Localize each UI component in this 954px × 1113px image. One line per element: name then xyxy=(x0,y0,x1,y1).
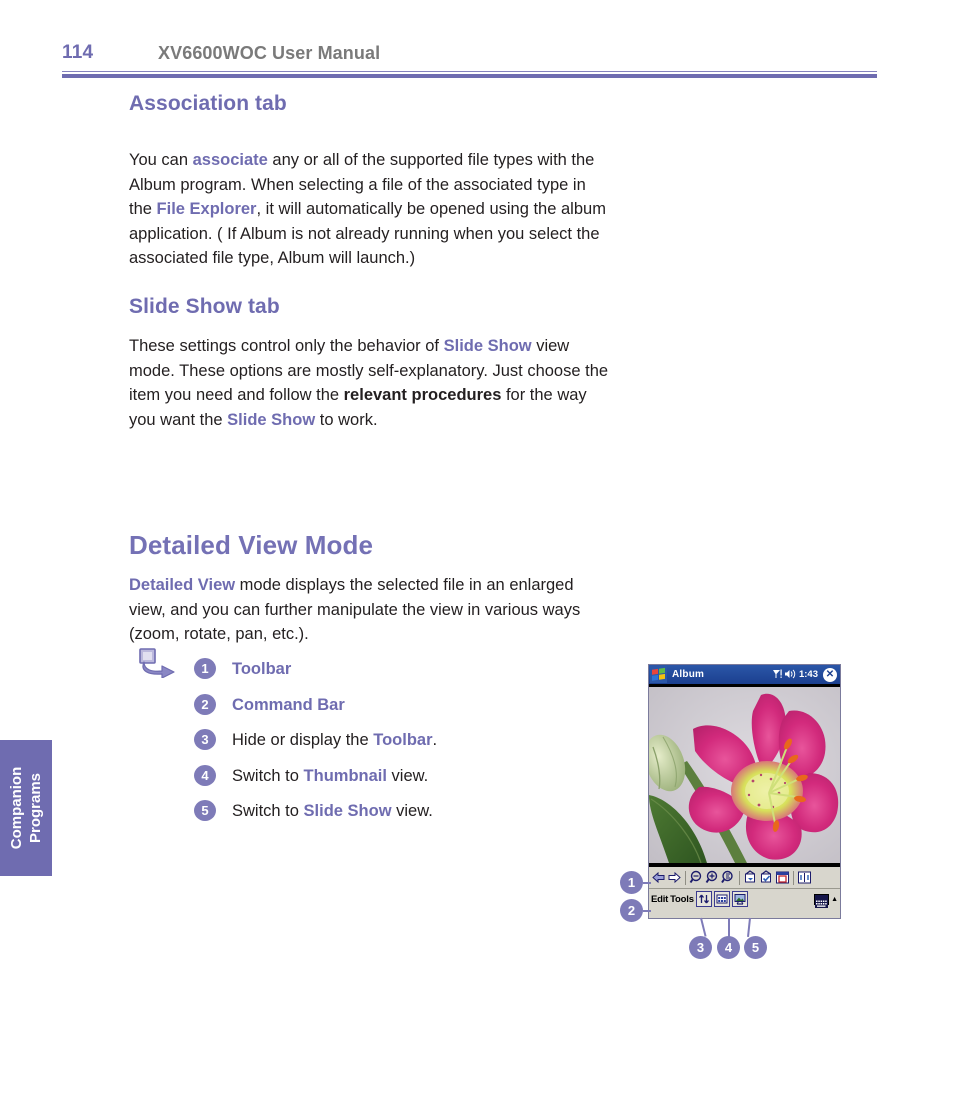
legend-5-pre: Switch to xyxy=(232,802,304,820)
list-item: 1 Toolbar xyxy=(194,658,594,694)
assoc-term-file-explorer: File Explorer xyxy=(156,200,257,218)
callout-1-leader xyxy=(643,882,651,884)
list-item: 5 Switch to Slide Show view. xyxy=(194,800,594,836)
legend-label-hide-toolbar: Hide or display the Toolbar. xyxy=(232,730,437,751)
heading-detailed-view-mode: Detailed View Mode xyxy=(129,530,374,560)
manual-title: XV6600WOC User Manual xyxy=(158,43,381,63)
legend-3-post: . xyxy=(432,731,438,749)
rotate-left-icon[interactable] xyxy=(743,870,758,885)
legend-3-pre: Hide or display the xyxy=(232,731,374,749)
full-screen-icon[interactable] xyxy=(797,870,812,885)
legend-badge-2: 2 xyxy=(194,693,216,715)
callout-2: 2 xyxy=(620,899,643,922)
signal-icon[interactable] xyxy=(772,669,782,681)
slide-term-slide-show-1: Slide Show xyxy=(443,337,532,355)
legend-4-term: Thumbnail xyxy=(303,766,387,785)
legend-badge-4: 4 xyxy=(194,764,216,786)
heading-association-tab: Association tab xyxy=(129,92,287,115)
list-item: 2 Command Bar xyxy=(194,693,594,730)
pda-screenshot: Album 1:43 ✕ Edit Tools ▲ xyxy=(648,664,841,919)
header-rule-thin xyxy=(62,71,877,72)
callout-3-leader xyxy=(700,917,707,937)
fit-to-screen-icon[interactable] xyxy=(721,870,736,885)
windows-start-icon[interactable] xyxy=(650,666,667,683)
slide-term-slide-show-2: Slide Show xyxy=(227,410,316,429)
paragraph-detailed-view: Detailed View mode displays the selected… xyxy=(129,573,609,647)
legend-3-term: Toolbar xyxy=(373,731,433,749)
menu-tools[interactable]: Tools xyxy=(670,894,694,905)
legend-4-pre: Switch to xyxy=(232,766,304,785)
callout-2-leader xyxy=(643,910,651,912)
menu-edit[interactable]: Edit xyxy=(651,894,668,905)
header-rule-thick xyxy=(62,74,877,78)
slide-text-1: These settings control only the behavior… xyxy=(129,337,444,355)
zoom-in-icon[interactable] xyxy=(705,870,720,885)
input-method-arrow-icon[interactable]: ▲ xyxy=(831,896,838,903)
detail-term-detailed-view: Detailed View xyxy=(129,576,236,594)
pda-status-area: 1:43 ✕ xyxy=(772,667,840,682)
note-pointer-icon xyxy=(138,648,178,679)
assoc-term-associate: associate xyxy=(192,151,268,169)
pda-command-bar: Edit Tools ▲ xyxy=(649,888,840,909)
callout-4-leader xyxy=(728,918,730,937)
chapter-side-tab: Companion Programs xyxy=(0,740,52,876)
pink-lily-flower-photo[interactable] xyxy=(649,687,840,863)
slide-show-icon[interactable] xyxy=(731,891,748,907)
legend-label-slide-show-view: Switch to Slide Show view. xyxy=(232,801,433,822)
page-header: 114 XV6600WOC User Manual xyxy=(62,42,877,82)
previous-arrow-icon[interactable] xyxy=(651,870,666,885)
thumbnail-view-icon[interactable] xyxy=(713,891,730,907)
assoc-text-1: You can xyxy=(129,151,193,169)
command-bar-right: ▲ xyxy=(814,893,840,908)
paragraph-slide-show: These settings control only the behavior… xyxy=(129,334,611,432)
page-number: 114 xyxy=(62,42,94,63)
list-item: 3 Hide or display the Toolbar. xyxy=(194,729,594,765)
zoom-out-icon[interactable] xyxy=(689,870,704,885)
legend-4-post: view. xyxy=(386,766,429,785)
numbered-legend-list: 1 Toolbar 2 Command Bar 3 Hide or displa… xyxy=(194,658,594,836)
legend-badge-5: 5 xyxy=(194,800,216,821)
toolbar-separator xyxy=(685,870,686,885)
legend-label-thumbnail-view: Switch to Thumbnail view. xyxy=(232,766,428,787)
callout-3: 3 xyxy=(689,936,712,959)
toolbar-separator xyxy=(793,870,794,885)
pda-title-bar: Album 1:43 ✕ xyxy=(649,665,840,684)
next-arrow-icon[interactable] xyxy=(667,870,682,885)
legend-badge-3: 3 xyxy=(194,729,216,750)
pda-toolbar xyxy=(649,866,840,888)
side-tab-line-1: Companion xyxy=(8,766,25,850)
toggle-toolbar-icon[interactable] xyxy=(695,891,712,907)
list-item: 4 Switch to Thumbnail view. xyxy=(194,764,594,801)
pda-clock: 1:43 xyxy=(798,669,818,680)
legend-badge-1: 1 xyxy=(194,658,216,679)
rotate-right-icon[interactable] xyxy=(759,870,774,885)
side-tab-line-2: Programs xyxy=(27,772,44,844)
legend-label-command-bar: Command Bar xyxy=(232,695,345,714)
legend-5-post: view. xyxy=(391,802,433,820)
heading-slide-show-tab: Slide Show tab xyxy=(129,295,280,318)
paragraph-association: You can associate any or all of the supp… xyxy=(129,148,607,271)
callout-4: 4 xyxy=(717,936,740,959)
pda-image-canvas xyxy=(649,684,840,866)
callout-1: 1 xyxy=(620,871,643,894)
slide-term-relevant-procedures: relevant procedures xyxy=(343,386,502,404)
chapter-side-tab-label: Companion Programs xyxy=(7,767,45,850)
close-icon[interactable]: ✕ xyxy=(823,667,837,682)
speaker-icon[interactable] xyxy=(784,669,796,681)
toolbar-separator xyxy=(739,870,740,885)
legend-5-term: Slide Show xyxy=(303,802,392,820)
pda-app-title: Album xyxy=(672,669,705,680)
callout-5-leader xyxy=(747,917,751,938)
slide-text-4: to work. xyxy=(315,410,378,429)
soft-keyboard-icon[interactable] xyxy=(814,893,830,908)
legend-label-toolbar: Toolbar xyxy=(232,660,292,678)
crop-icon[interactable] xyxy=(775,870,790,885)
callout-5: 5 xyxy=(744,936,767,959)
